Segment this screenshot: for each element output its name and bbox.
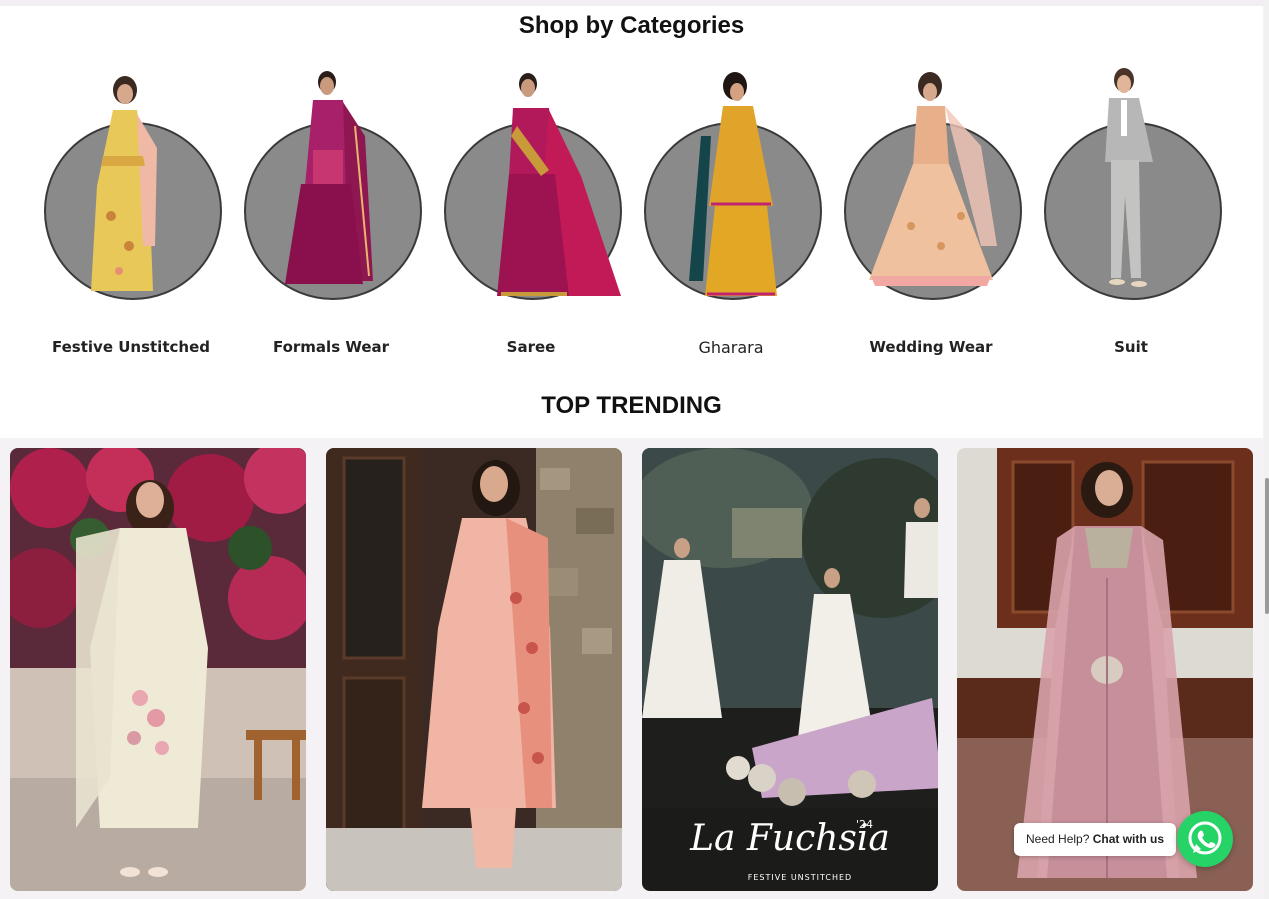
category-label: Festive Unstitched [52,338,210,356]
trending-card[interactable]: La Fuchsia '24 FESTIVE UNSTITCHED [642,448,938,891]
trending-card[interactable] [326,448,622,891]
trending-image [10,448,306,891]
category-image [497,73,621,296]
trending-image: La Fuchsia '24 FESTIVE UNSTITCHED [642,448,938,891]
category-image [1105,68,1153,287]
page: Shop by Categories Festive Unstitched Fo… [0,0,1269,899]
trending-title: TOP TRENDING [541,392,722,419]
category-label: Gharara [698,338,764,357]
chat-prefix: Need Help? [1026,832,1090,846]
trending-image [326,448,622,891]
chat-link[interactable]: Chat with us [1093,832,1164,846]
category-image [689,72,777,296]
scrollbar-track[interactable] [1264,0,1269,899]
category-label: Suit [1114,338,1148,356]
category-gharara[interactable]: Gharara [631,66,831,366]
category-image [91,76,157,291]
scrollbar-thumb[interactable] [1265,478,1269,614]
overlay-sup: '24 [856,818,873,831]
categories-title: Shop by Categories [518,12,745,39]
category-festive-unstitched[interactable]: Festive Unstitched [31,66,231,366]
category-label: Formals Wear [272,338,390,356]
whatsapp-button[interactable] [1177,811,1233,867]
chat-help-pill[interactable]: Need Help? Chat with us [1014,823,1177,856]
category-saree[interactable]: Saree [431,66,631,366]
whatsapp-icon [1188,821,1222,855]
trending-card[interactable] [10,448,306,891]
category-suit[interactable]: Suit [1031,66,1231,366]
category-label: Wedding Wear [869,338,993,356]
category-label: Saree [506,338,556,356]
category-image [869,72,997,286]
overlay-subtitle: FESTIVE UNSTITCHED [748,873,852,882]
category-wedding-wear[interactable]: Wedding Wear [831,66,1031,366]
category-formals-wear[interactable]: Formals Wear [231,66,431,366]
category-image [285,71,373,284]
